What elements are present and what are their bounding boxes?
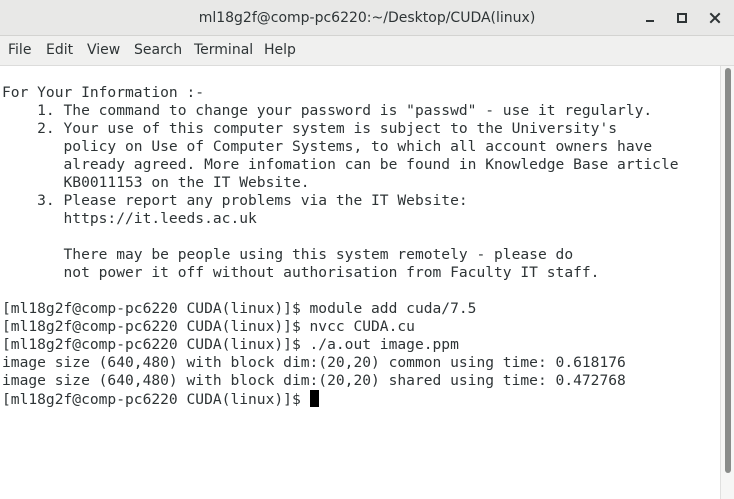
terminal-line: [ml18g2f@comp-pc6220 CUDA(linux)]$ modul… (2, 300, 477, 317)
menu-file[interactable]: File (8, 36, 31, 65)
menu-edit[interactable]: Edit (46, 36, 73, 65)
terminal-line: image size (640,480) with block dim:(20,… (2, 354, 626, 371)
shell-prompt: [ml18g2f@comp-pc6220 CUDA(linux)]$ (2, 391, 310, 408)
maximize-icon (677, 13, 687, 23)
terminal-line: image size (640,480) with block dim:(20,… (2, 372, 626, 389)
terminal-line: 1. The command to change your password i… (2, 102, 653, 119)
terminal-line: There may be people using this system re… (2, 246, 574, 263)
terminal-output[interactable]: For Your Information :- 1. The command t… (0, 66, 720, 499)
menu-terminal[interactable]: Terminal (194, 36, 253, 65)
menu-help[interactable]: Help (264, 36, 296, 65)
menu-search[interactable]: Search (134, 36, 182, 65)
scrollbar-thumb[interactable] (725, 68, 731, 473)
terminal-line: [ml18g2f@comp-pc6220 CUDA(linux)]$ nvcc … (2, 318, 415, 335)
terminal-line: https://it.leeds.ac.uk (2, 210, 257, 227)
close-icon (709, 12, 721, 24)
minimize-icon (646, 20, 654, 22)
terminal-line: policy on Use of Computer Systems, to wh… (2, 138, 653, 155)
menu-bar: File Edit View Search Terminal Help (0, 36, 734, 66)
text-cursor (309, 390, 319, 407)
prompt-line[interactable]: [ml18g2f@comp-pc6220 CUDA(linux)]$ (2, 390, 319, 408)
vertical-scrollbar[interactable] (720, 66, 734, 499)
terminal-line: 2. Your use of this computer system is s… (2, 120, 618, 137)
window-title: ml18g2f@comp-pc6220:~/Desktop/CUDA(linux… (198, 10, 536, 26)
terminal-line: already agreed. More infomation can be f… (2, 156, 679, 173)
terminal-line: not power it off without authorisation f… (2, 264, 600, 281)
maximize-button[interactable] (670, 6, 694, 30)
close-button[interactable] (703, 6, 727, 30)
minimize-button[interactable] (638, 6, 662, 30)
title-bar[interactable]: ml18g2f@comp-pc6220:~/Desktop/CUDA(linux… (0, 0, 734, 36)
terminal-window: ml18g2f@comp-pc6220:~/Desktop/CUDA(linux… (0, 0, 734, 499)
terminal-line: 3. Please report any problems via the IT… (2, 192, 468, 209)
terminal-line: For Your Information :- (2, 84, 205, 101)
terminal-line: [ml18g2f@comp-pc6220 CUDA(linux)]$ ./a.o… (2, 336, 459, 353)
terminal-line: KB0011153 on the IT Website. (2, 174, 310, 191)
menu-view[interactable]: View (87, 36, 120, 65)
